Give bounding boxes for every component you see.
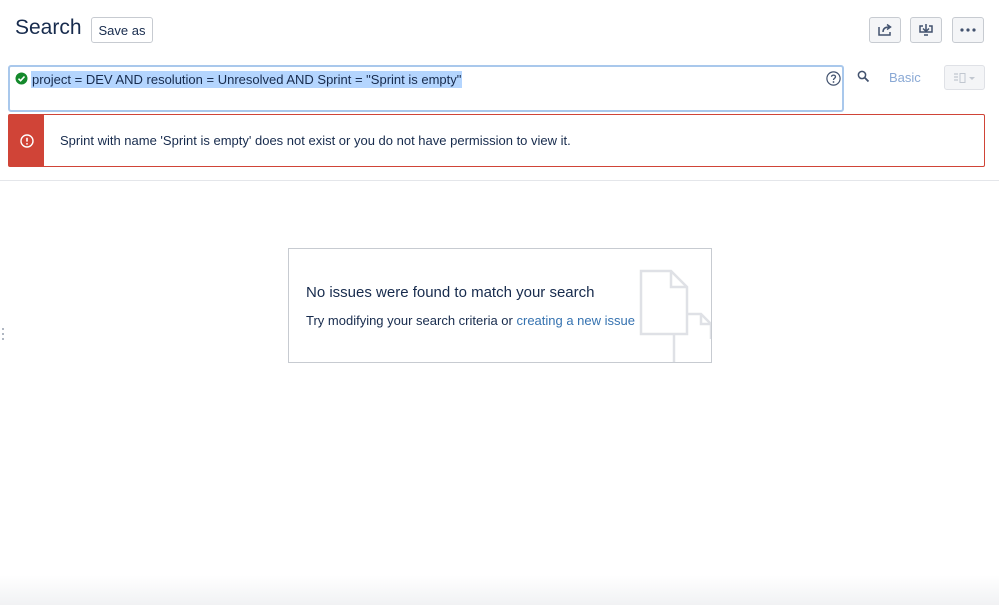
question-circle-icon[interactable] <box>826 71 841 86</box>
share-button[interactable] <box>869 17 901 43</box>
error-text: Sprint with name 'Sprint is empty' does … <box>60 133 571 148</box>
more-actions-button[interactable] <box>952 17 984 43</box>
sidebar-drag-handle[interactable] <box>2 328 5 340</box>
error-strip <box>9 115 44 166</box>
jql-query-text[interactable]: project = DEV AND resolution = Unresolve… <box>31 71 463 88</box>
empty-results-description: Try modifying your search criteria or cr… <box>306 313 635 328</box>
magnifier-icon[interactable] <box>857 70 870 83</box>
export-button[interactable] <box>910 17 942 43</box>
create-issue-link[interactable]: creating a new issue <box>516 313 635 328</box>
empty-results-title: No issues were found to match your searc… <box>306 284 595 301</box>
save-as-button[interactable]: Save as <box>91 17 153 43</box>
document-icon <box>639 269 711 362</box>
page-title: Search <box>15 16 82 39</box>
jql-error-message: Sprint with name 'Sprint is empty' does … <box>8 114 985 167</box>
layout-switcher-button[interactable] <box>944 65 985 90</box>
jql-query-input[interactable]: project = DEV AND resolution = Unresolve… <box>8 65 844 112</box>
basic-search-link[interactable]: Basic <box>889 70 921 85</box>
layout-switcher-icon <box>953 72 975 83</box>
export-icon <box>919 24 933 36</box>
exclamation-circle-icon <box>19 133 34 148</box>
page-header: Search Save as <box>0 0 999 60</box>
empty-results-panel: No issues were found to match your searc… <box>288 248 712 363</box>
bottom-shadow <box>0 575 999 605</box>
issue-search-page: Search Save as project = DEV AND resolut… <box>0 0 999 605</box>
empty-results-prefix: Try modifying your search criteria or <box>306 313 517 328</box>
more-icon <box>960 28 976 32</box>
share-icon <box>878 23 892 36</box>
divider <box>0 180 999 181</box>
check-circle-icon <box>15 72 28 85</box>
